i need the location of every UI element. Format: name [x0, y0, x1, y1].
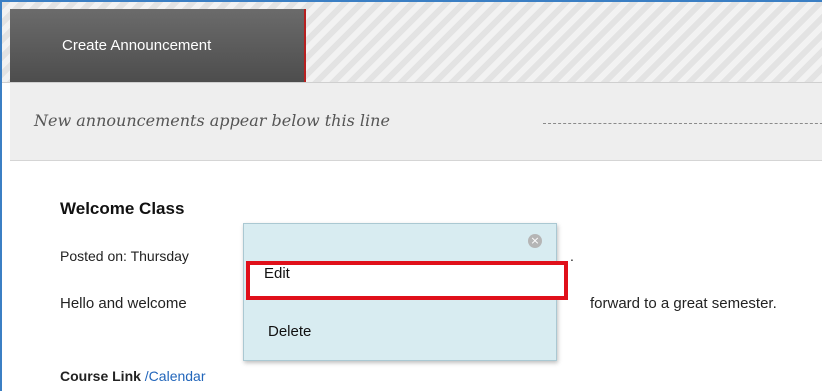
- body-start: Hello and welcome: [60, 295, 187, 312]
- course-link-label: Course Link: [60, 368, 141, 384]
- dashed-divider: [543, 123, 822, 124]
- posted-date: Posted on: Thursday .: [60, 248, 574, 264]
- calendar-link[interactable]: /Calendar: [145, 368, 206, 384]
- announcement-title[interactable]: Welcome Class: [60, 199, 184, 219]
- posted-text: Posted on: Thursday: [60, 248, 189, 264]
- menu-item-edit-label: Edit: [264, 265, 290, 282]
- action-bar: Create Announcement: [2, 2, 822, 83]
- menu-item-edit[interactable]: Edit: [246, 261, 568, 300]
- announcements-frame: Create Announcement New announcements ap…: [0, 0, 822, 391]
- menu-item-delete[interactable]: Delete: [268, 323, 311, 340]
- notice-bar: New announcements appear below this line: [10, 83, 822, 161]
- notice-text: New announcements appear below this line: [34, 111, 390, 130]
- body-end: forward to a great semester.: [590, 295, 777, 312]
- create-announcement-button[interactable]: Create Announcement: [10, 9, 306, 82]
- posted-suffix: .: [570, 248, 574, 264]
- course-link-row: Course Link /Calendar: [60, 368, 206, 384]
- context-menu: × Edit Delete: [243, 223, 568, 361]
- announcement-body: Hello and welcome forward to a great sem…: [60, 295, 777, 312]
- close-icon[interactable]: ×: [528, 234, 542, 248]
